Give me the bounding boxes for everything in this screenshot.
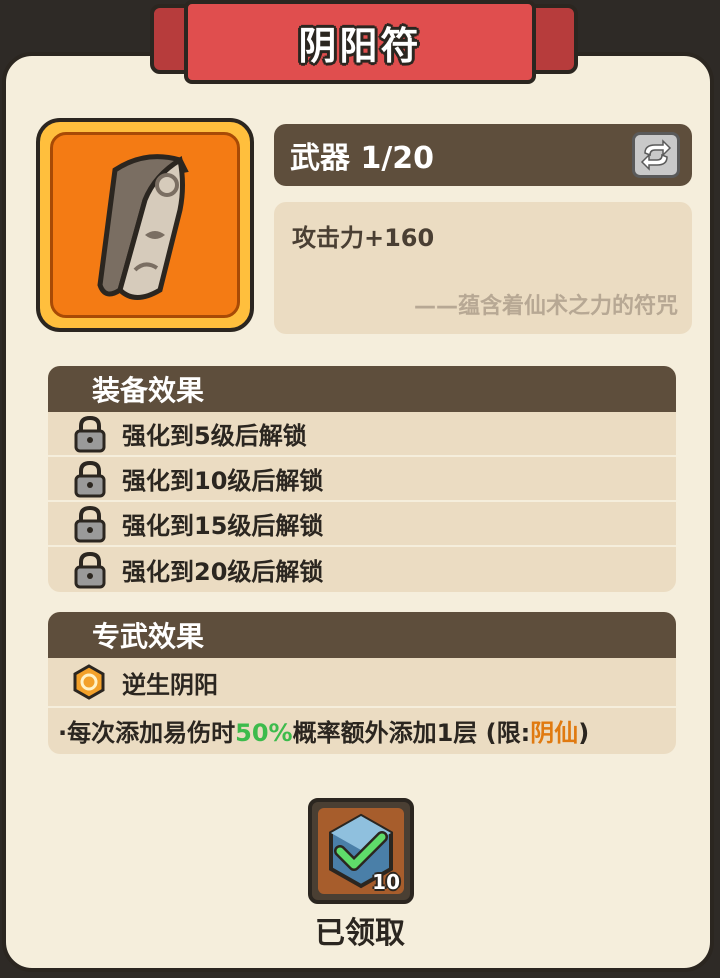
swap-arrows-icon	[640, 139, 672, 171]
exclusive-skill-row: 逆生阴阳	[48, 658, 676, 708]
page-title: 阴阳符	[298, 23, 422, 68]
reward-status-label: 已领取	[315, 916, 405, 951]
lock-icon	[74, 505, 106, 542]
item-icon-bg	[50, 132, 240, 318]
swap-button[interactable]	[632, 132, 680, 178]
talisman-scroll-icon	[97, 154, 189, 300]
reward-count: 10	[372, 870, 400, 894]
title-banner: 阴阳符	[184, 0, 536, 84]
exclusive-effects-section: 专武效果 逆生阴阳 ·每次添加易伤时50%概率额外添加1层 (限:阴仙)	[48, 612, 676, 754]
item-icon-frame	[36, 118, 254, 332]
skill-desc-prefix: ·每次添加易伤时	[58, 719, 236, 747]
equip-effects-header: 装备效果	[48, 366, 676, 412]
exclusive-skill-description: ·每次添加易伤时50%概率额外添加1层 (限:阴仙)	[48, 708, 676, 754]
equip-effect-label: 强化到20级后解锁	[122, 558, 324, 586]
equip-effect-row: 强化到15级后解锁	[48, 502, 676, 547]
item-flavor-text: ——蕴含着仙术之力的符咒	[413, 294, 678, 319]
equip-effect-label: 强化到5级后解锁	[122, 422, 307, 450]
skill-desc-percent: 50%	[235, 719, 293, 747]
lock-icon	[74, 415, 106, 452]
equip-effect-row: 强化到20级后解锁	[48, 547, 676, 592]
equip-effect-row: 强化到10级后解锁	[48, 457, 676, 502]
reward-icon-bg: 10	[318, 808, 404, 894]
equip-effect-row: 强化到5级后解锁	[48, 412, 676, 457]
reward-slot[interactable]: 10	[308, 798, 414, 904]
lock-icon	[74, 460, 106, 497]
item-attack-stat: 攻击力+160	[292, 224, 435, 252]
item-stat-box: 攻击力+160 ——蕴含着仙术之力的符咒	[274, 202, 692, 334]
exclusive-effects-header: 专武效果	[48, 612, 676, 658]
yinyang-badge-icon	[73, 664, 105, 700]
skill-desc-middle: 概率额外添加1层 (限:	[292, 719, 531, 747]
skill-desc-suffix: )	[578, 719, 590, 747]
item-type-label: 武器 1/20	[290, 141, 435, 176]
skill-desc-limit: 阴仙	[530, 719, 579, 747]
equip-effect-label: 强化到10级后解锁	[122, 467, 324, 495]
equip-effect-label: 强化到15级后解锁	[122, 512, 324, 540]
equip-effects-section: 装备效果 强化到5级后解锁 强化到10级后解锁 强化到15级后解锁 强化到20级…	[48, 366, 676, 592]
lock-icon	[74, 551, 106, 588]
item-type-bar: 武器 1/20	[274, 124, 692, 186]
exclusive-skill-name: 逆生阴阳	[122, 670, 218, 699]
